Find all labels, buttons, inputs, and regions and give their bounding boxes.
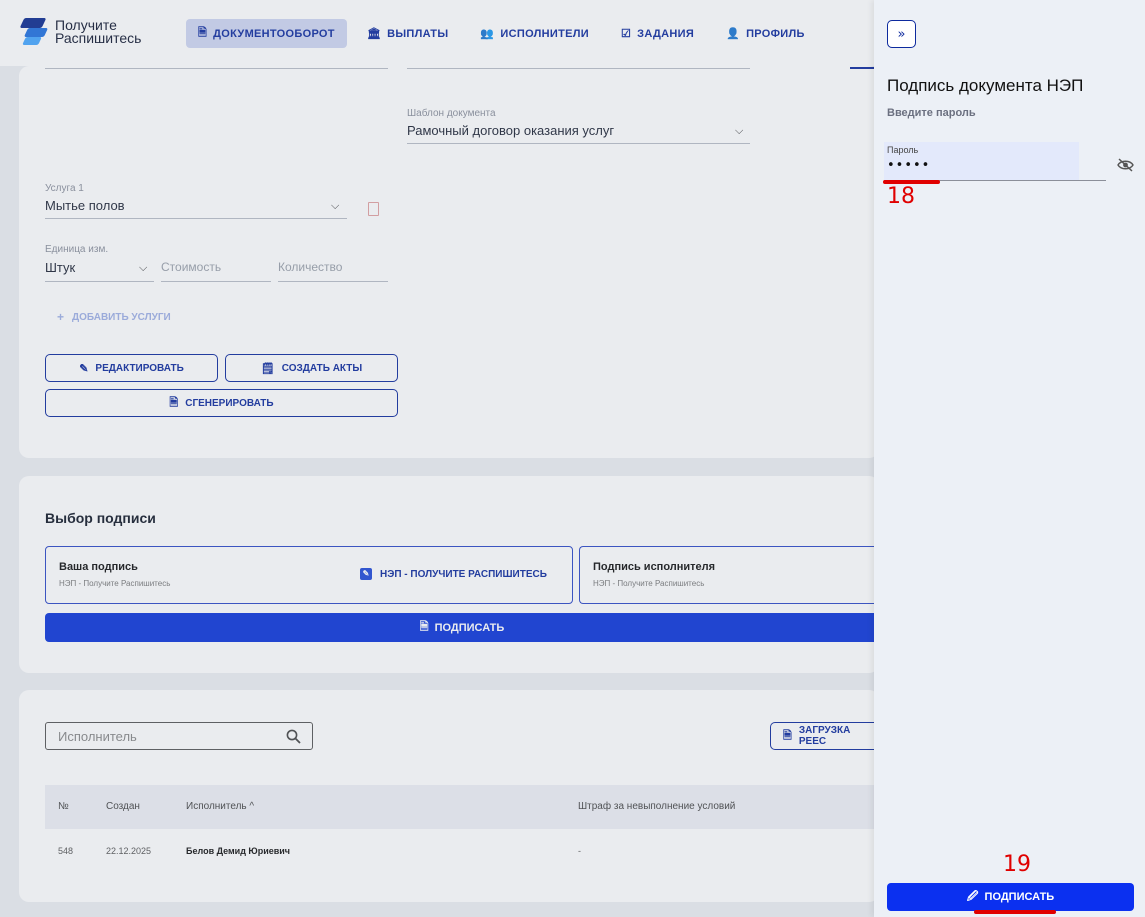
unit-label: Единица изм. bbox=[45, 244, 109, 255]
user-icon: 👤 bbox=[726, 28, 741, 40]
nav-payments-label: ВЫПЛАТЫ bbox=[387, 27, 449, 40]
unit-underline bbox=[45, 281, 154, 282]
drawer-sign-label: ПОДПИСАТЬ bbox=[984, 891, 1055, 903]
service-label: Услуга 1 bbox=[45, 183, 84, 194]
chevron-down-icon[interactable]: ⌵ bbox=[139, 261, 147, 275]
sign-drawer: » Подпись документа НЭП Введите пароль П… bbox=[874, 0, 1145, 917]
main-nav: 🗎 ДОКУМЕНТООБОРОТ 🏛 ВЫПЛАТЫ 👥 ИСПОЛНИТЕЛ… bbox=[186, 19, 825, 48]
service-underline bbox=[45, 218, 347, 219]
search-placeholder: Исполнитель bbox=[58, 729, 137, 744]
trash-icon[interactable] bbox=[368, 202, 379, 216]
executor-signature-title: Подпись исполнителя bbox=[593, 561, 716, 573]
unit-select[interactable]: Штук bbox=[45, 260, 75, 275]
nav-tasks-label: ЗАДАНИЯ bbox=[637, 27, 695, 40]
nav-documents-label: ДОКУМЕНТООБОРОТ bbox=[213, 27, 335, 40]
sign-document-icon: 🗎 bbox=[419, 621, 429, 633]
nav-documents[interactable]: 🗎 ДОКУМЕНТООБОРОТ bbox=[186, 19, 347, 48]
brand-line-2: Распишитесь bbox=[55, 30, 142, 46]
field-underline bbox=[407, 68, 750, 69]
sign-button[interactable]: 🗎 ПОДПИСАТЬ bbox=[45, 613, 879, 642]
nav-profile[interactable]: 👤 ПРОФИЛЬ bbox=[714, 19, 817, 48]
chevron-down-icon[interactable]: ⌵ bbox=[735, 124, 743, 138]
cell-created: 22.12.2025 bbox=[106, 846, 152, 856]
password-input[interactable]: ••••• bbox=[887, 158, 930, 173]
create-acts-button[interactable]: 🗒 СОЗДАТЬ АКТЫ bbox=[225, 354, 398, 382]
nav-executors-label: ИСПОЛНИТЕЛИ bbox=[500, 27, 589, 40]
upload-registry-button[interactable]: 🗎 ЗАГРУЗКА РЕЕС bbox=[770, 722, 880, 750]
password-label: Пароль bbox=[887, 145, 919, 155]
cell-executor: Белов Демид Юриевич bbox=[186, 846, 291, 856]
table-header bbox=[45, 785, 879, 829]
annotation-label: 18 bbox=[887, 184, 915, 209]
logo-icon bbox=[19, 16, 49, 48]
executor-search-input[interactable]: Исполнитель bbox=[45, 722, 313, 750]
drawer-title: Подпись документа НЭП bbox=[887, 76, 1084, 95]
sign-document-icon: 🖉 bbox=[966, 890, 979, 903]
task-icon: ☑ bbox=[621, 28, 632, 40]
document-icon: 🗎 bbox=[169, 396, 179, 409]
create-acts-label: СОЗДАТЬ АКТЫ bbox=[281, 362, 363, 374]
executor-signature-subtitle: НЭП - Получите Распишитесь bbox=[593, 579, 705, 588]
cell-number: 548 bbox=[58, 846, 74, 856]
eye-off-icon[interactable] bbox=[1117, 158, 1134, 172]
cell-penalty: - bbox=[578, 846, 581, 856]
upload-registry-label: ЗАГРУЗКА РЕЕС bbox=[798, 725, 851, 747]
drawer-subtitle: Введите пароль bbox=[887, 107, 976, 119]
template-label: Шаблон документа bbox=[407, 108, 496, 119]
cost-underline bbox=[161, 281, 271, 282]
template-select[interactable]: Рамочный договор оказания услуг bbox=[407, 123, 614, 138]
brand-logo[interactable]: Получите Распишитесь bbox=[19, 16, 142, 48]
add-service-label: ДОБАВИТЬ УСЛУГИ bbox=[72, 311, 171, 323]
nav-profile-label: ПРОФИЛЬ bbox=[746, 27, 805, 40]
field-underline bbox=[45, 68, 388, 69]
column-penalty[interactable]: Штраф за невыполнение условий bbox=[578, 801, 735, 812]
signature-method-label: НЭП - ПОЛУЧИТЕ РАСПИШИТЕСЬ bbox=[380, 568, 547, 580]
nav-executors[interactable]: 👥 ИСПОЛНИТЕЛИ bbox=[468, 19, 601, 48]
generate-button[interactable]: 🗎 СГЕНЕРИРОВАТЬ bbox=[45, 389, 398, 417]
executor-signature-option[interactable] bbox=[579, 546, 879, 604]
double-chevron-right-icon: » bbox=[897, 26, 906, 42]
add-service-button[interactable]: + ДОБАВИТЬ УСЛУГИ bbox=[57, 310, 171, 324]
upload-document-icon: 🗎 bbox=[783, 729, 792, 742]
drawer-sign-button[interactable]: 🖉 ПОДПИСАТЬ bbox=[887, 883, 1134, 911]
brand-name: Получите Распишитесь bbox=[55, 18, 142, 46]
annotation-underline bbox=[974, 910, 1056, 914]
annotation-label: 19 bbox=[1003, 852, 1031, 877]
signature-section-title: Выбор подписи bbox=[45, 510, 156, 526]
edit-button-label: РЕДАКТИРОВАТЬ bbox=[95, 362, 184, 374]
your-signature-subtitle: НЭП - Получите Распишитесь bbox=[59, 579, 171, 588]
edit-button[interactable]: ✎ РЕДАКТИРОВАТЬ bbox=[45, 354, 218, 382]
generate-button-label: СГЕНЕРИРОВАТЬ bbox=[185, 397, 274, 409]
users-icon: 👥 bbox=[480, 28, 495, 40]
signature-method[interactable]: ✎ НЭП - ПОЛУЧИТЕ РАСПИШИТЕСЬ bbox=[360, 568, 547, 580]
column-executor[interactable]: Исполнитель ^ bbox=[186, 801, 254, 812]
cost-input[interactable]: Стоимость bbox=[161, 260, 221, 274]
nav-payments[interactable]: 🏛 ВЫПЛАТЫ bbox=[355, 19, 461, 48]
document-icon: 🗎 bbox=[198, 27, 208, 39]
sign-button-label: ПОДПИСАТЬ bbox=[434, 621, 505, 634]
pencil-icon: ✎ bbox=[79, 362, 89, 375]
nav-tasks[interactable]: ☑ ЗАДАНИЯ bbox=[609, 19, 706, 48]
template-underline bbox=[407, 143, 750, 144]
quantity-input[interactable]: Количество bbox=[278, 260, 342, 274]
column-number[interactable]: № bbox=[58, 801, 69, 812]
search-icon[interactable] bbox=[286, 729, 301, 744]
document-list-icon: 🗒 bbox=[260, 362, 275, 375]
bank-icon: 🏛 bbox=[366, 28, 382, 40]
column-created[interactable]: Создан bbox=[106, 801, 140, 812]
your-signature-title: Ваша подпись bbox=[59, 561, 138, 573]
service-select[interactable]: Мытье полов bbox=[45, 198, 125, 213]
signature-method-icon: ✎ bbox=[360, 568, 372, 580]
chevron-down-icon[interactable]: ⌵ bbox=[331, 199, 339, 213]
quantity-underline bbox=[278, 281, 388, 282]
collapse-drawer-button[interactable]: » bbox=[887, 20, 916, 48]
plus-icon: + bbox=[57, 310, 65, 324]
